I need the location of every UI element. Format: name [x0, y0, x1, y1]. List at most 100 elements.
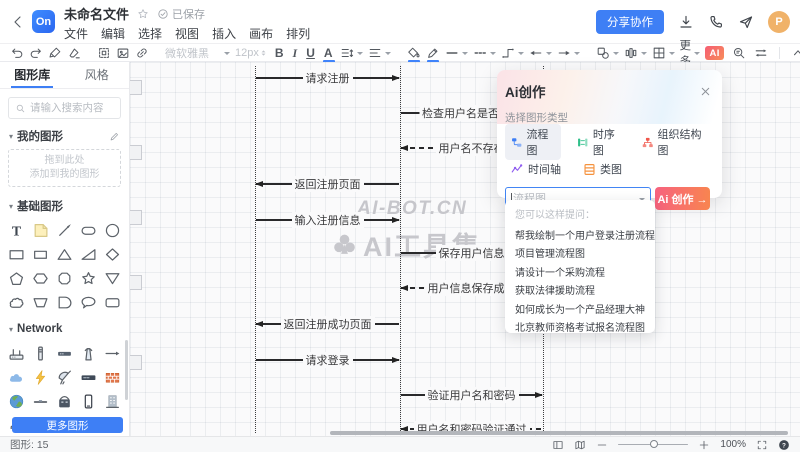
- suggestion-item[interactable]: 北京教师资格考试报名流程图: [515, 320, 645, 333]
- shape-tower[interactable]: [76, 341, 100, 365]
- shape-ellipse[interactable]: [100, 218, 124, 242]
- shape-firewall[interactable]: [100, 365, 124, 389]
- shape-phone[interactable]: [53, 389, 77, 413]
- toolbar-line-style[interactable]: [445, 46, 468, 61]
- diagram-type-2[interactable]: 时序图: [571, 124, 627, 160]
- toolbar-stroke-pen[interactable]: [426, 46, 440, 61]
- fullscreen-icon[interactable]: [756, 439, 768, 451]
- section-basic-shapes[interactable]: ▾ 基础图形: [0, 195, 129, 217]
- toolbar-image[interactable]: [116, 46, 130, 61]
- zoom-in-icon[interactable]: [698, 439, 710, 451]
- toolbar-chevron-up[interactable]: [791, 46, 800, 61]
- send-icon[interactable]: [738, 14, 754, 30]
- shape-triangle[interactable]: [53, 242, 77, 266]
- toolbar-bold[interactable]: B: [273, 46, 286, 61]
- menu-编辑[interactable]: 编辑: [101, 25, 125, 42]
- shape-rrect[interactable]: [100, 290, 124, 314]
- shape-pen[interactable]: [53, 218, 77, 242]
- tab-shape-library[interactable]: 图形库: [0, 62, 65, 88]
- help-icon[interactable]: ?: [778, 439, 790, 451]
- shape-pentagon[interactable]: [5, 266, 29, 290]
- shape-cable[interactable]: [29, 389, 53, 413]
- my-shapes-dropzone[interactable]: 拖到此处 添加到我的图形: [8, 149, 121, 187]
- shape-arrow[interactable]: [100, 341, 124, 365]
- menu-文件[interactable]: 文件: [64, 25, 88, 42]
- sequence-message[interactable]: 返回注册成功页面: [255, 317, 400, 331]
- favorite-star-icon[interactable]: [137, 8, 149, 20]
- toolbar-line-height[interactable]: [340, 46, 363, 61]
- toolbar-shape-effect[interactable]: [596, 46, 619, 61]
- shape-trapezoid[interactable]: [29, 290, 53, 314]
- document-title[interactable]: 未命名文件: [64, 4, 129, 23]
- toolbar-font-color[interactable]: A: [322, 46, 335, 61]
- sequence-message[interactable]: 请求登录: [255, 353, 400, 367]
- shape-globe[interactable]: [5, 389, 29, 413]
- toolbar-more[interactable]: 更多: [680, 46, 701, 61]
- suggestion-item[interactable]: 项目管理流程图: [515, 246, 645, 264]
- shape-text[interactable]: T: [5, 218, 29, 242]
- shape-switch[interactable]: [76, 365, 100, 389]
- sequence-message[interactable]: 验证用户名和密码: [400, 388, 543, 402]
- shape-rect[interactable]: [5, 242, 29, 266]
- download-icon[interactable]: [678, 14, 694, 30]
- phone-icon[interactable]: [708, 14, 724, 30]
- menu-排列[interactable]: 排列: [286, 25, 310, 42]
- toolbar-find[interactable]: [732, 46, 746, 61]
- shape-search[interactable]: [8, 97, 121, 119]
- menu-插入[interactable]: 插入: [212, 25, 236, 42]
- section-network[interactable]: ▾ Network: [0, 318, 129, 340]
- zoom-level[interactable]: 100%: [720, 439, 746, 450]
- toolbar-font-family[interactable]: 微软雅黑: [165, 46, 230, 61]
- diagram-type-3[interactable]: 组织结构图: [636, 124, 712, 160]
- zoom-slider-knob[interactable]: [650, 440, 658, 448]
- shape-smartphone[interactable]: [76, 389, 100, 413]
- toolbar-flow-arrows[interactable]: [754, 46, 768, 61]
- toolbar-format-painter[interactable]: [48, 46, 62, 61]
- shape-satellite[interactable]: [53, 365, 77, 389]
- shape-teardrop[interactable]: [53, 290, 77, 314]
- back-button[interactable]: [10, 14, 26, 30]
- zoom-slider[interactable]: [618, 439, 688, 451]
- suggestion-item[interactable]: 获取法律援助流程: [515, 283, 645, 301]
- toolbar-redo[interactable]: [29, 46, 43, 61]
- toolbar-dash-style[interactable]: [473, 46, 496, 61]
- toolbar-arrow-end[interactable]: [557, 46, 580, 61]
- section-my-shapes[interactable]: ▾ 我的图形: [0, 125, 129, 147]
- shape-rtriangle[interactable]: [76, 242, 100, 266]
- shape-note[interactable]: [29, 218, 53, 242]
- close-icon[interactable]: [699, 85, 712, 98]
- diagram-type-1[interactable]: 流程图: [505, 124, 561, 160]
- toolbar-undo[interactable]: [10, 46, 24, 61]
- shape-octagon[interactable]: [53, 266, 77, 290]
- avatar[interactable]: P: [768, 11, 790, 33]
- suggestion-item[interactable]: 如何成长为一个产品经理大神: [515, 302, 645, 320]
- shape-pill[interactable]: [76, 218, 100, 242]
- shape-rect2[interactable]: [29, 242, 53, 266]
- menu-视图[interactable]: 视图: [175, 25, 199, 42]
- shape-star[interactable]: [76, 266, 100, 290]
- sequence-message[interactable]: 请求注册: [255, 71, 400, 85]
- toolbar-frame[interactable]: [97, 46, 111, 61]
- map-icon[interactable]: [574, 439, 586, 451]
- app-logo[interactable]: On: [32, 10, 55, 33]
- shape-lightning[interactable]: [29, 365, 53, 389]
- toolbar-distribute[interactable]: [624, 46, 647, 61]
- toolbar-clear-format[interactable]: [67, 46, 81, 61]
- shape-dtriangle[interactable]: [100, 266, 124, 290]
- diagram-type-5[interactable]: 类图: [577, 159, 628, 179]
- toolbar-underline[interactable]: U: [304, 46, 317, 61]
- toolbar-connector[interactable]: [501, 46, 524, 61]
- shape-building[interactable]: [100, 389, 124, 413]
- ai-create-button[interactable]: Ai 创作 →: [655, 187, 710, 210]
- toolbar-italic[interactable]: I: [291, 46, 300, 61]
- suggestion-item[interactable]: 帮我绘制一个用户登录注册流程: [515, 228, 645, 246]
- suggestion-item[interactable]: 请设计一个采购流程: [515, 265, 645, 283]
- shape-hexagon[interactable]: [29, 266, 53, 290]
- toolbar-ai-create[interactable]: AI: [705, 46, 724, 61]
- toolbar-fill-bucket[interactable]: [407, 46, 421, 61]
- shape-speech[interactable]: [76, 290, 100, 314]
- search-input[interactable]: [30, 102, 114, 114]
- toolbar-arrow-start[interactable]: [529, 46, 552, 61]
- sequence-message[interactable]: 输入注册信息: [255, 213, 400, 227]
- tab-style[interactable]: 风格: [65, 62, 130, 88]
